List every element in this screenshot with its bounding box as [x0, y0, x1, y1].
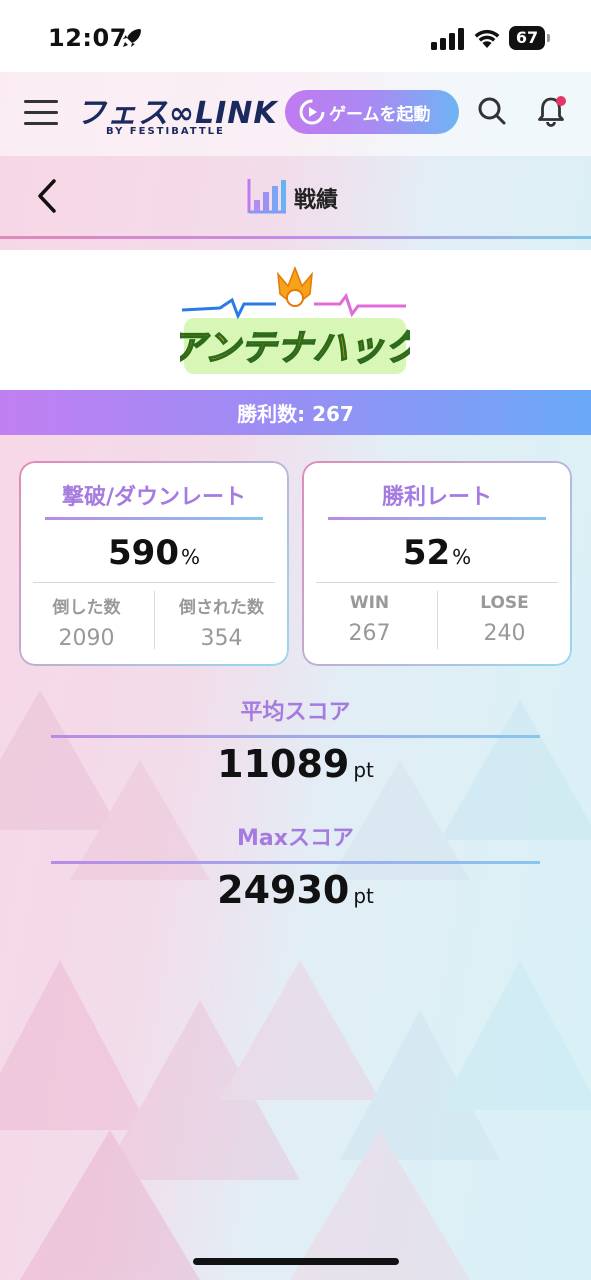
launch-game-button[interactable]: ゲームを起動	[285, 90, 459, 134]
battery-indicator: 67	[509, 26, 551, 50]
max-score-label: Maxスコア	[237, 826, 354, 851]
cellular-signal-icon	[431, 28, 464, 50]
game-launch-icon	[299, 99, 325, 125]
battery-tip	[547, 34, 550, 42]
app-logo[interactable]: フェス∞LINK BY FESTIBATTLE	[76, 88, 277, 142]
notification-bell-icon[interactable]	[536, 95, 566, 127]
kills-label: 倒した数	[52, 598, 121, 618]
win-rate-title: 勝利レート	[381, 485, 492, 510]
lose-label: LOSE	[480, 593, 529, 613]
logo-sub-text: BY FESTIBATTLE	[106, 126, 225, 137]
page-title: 戦績	[294, 188, 339, 213]
max-score-number: 24930	[217, 868, 350, 912]
status-bar: 12:07 67	[0, 0, 591, 72]
search-icon[interactable]	[477, 96, 507, 126]
total-wins-text: 勝利数: 267	[237, 402, 354, 426]
battery-level: 67	[509, 26, 545, 50]
max-score-value: 24930 pt	[0, 868, 591, 912]
back-chevron-icon[interactable]	[34, 178, 60, 214]
kd-rate-unit: %	[180, 545, 200, 569]
title-divider	[0, 236, 591, 239]
win-count-stat: WIN 267	[302, 593, 437, 646]
kd-card-divider	[33, 582, 275, 583]
game-logo-text: アンテナハック	[180, 328, 410, 369]
average-score-number: 11089	[217, 742, 350, 786]
kills-stat: 倒した数 2090	[19, 593, 154, 651]
kd-rate-title: 撃破/ダウンレート	[61, 485, 247, 510]
win-label: WIN	[349, 593, 390, 613]
win-rate-card: 勝利レート 52% WIN 267 LOSE 240	[302, 461, 572, 666]
win-rate-title-underline	[328, 517, 546, 520]
win-card-divider	[316, 582, 558, 583]
bar-chart-icon	[247, 179, 286, 214]
win-rate-value: 52%	[302, 533, 572, 573]
kills-value: 2090	[58, 626, 115, 651]
clock-time: 12:07	[48, 24, 127, 52]
game-logo: アンテナハック	[180, 265, 410, 374]
max-score-unit: pt	[353, 884, 374, 908]
win-rate-unit: %	[452, 545, 472, 569]
max-score-underline	[51, 861, 540, 864]
average-score-label: 平均スコア	[240, 700, 351, 725]
menu-icon[interactable]	[24, 100, 58, 126]
lose-value: 240	[483, 621, 526, 646]
win-rate-number: 52	[402, 533, 451, 573]
win-value: 267	[348, 621, 391, 646]
total-wins-bar: 勝利数: 267	[0, 390, 591, 435]
deaths-value: 354	[200, 626, 243, 651]
rocket-icon	[123, 29, 141, 47]
kd-rate-number: 590	[108, 533, 179, 573]
average-score-unit: pt	[353, 758, 374, 782]
kd-rate-title-underline	[45, 517, 263, 520]
deaths-label: 倒された数	[179, 598, 264, 618]
home-indicator[interactable]	[193, 1258, 399, 1265]
deaths-stat: 倒された数 354	[154, 593, 289, 651]
launch-game-label: ゲームを起動	[329, 104, 431, 125]
average-score-underline	[51, 735, 540, 738]
wifi-icon	[474, 29, 500, 48]
kd-rate-value: 590%	[19, 533, 289, 573]
kd-rate-card: 撃破/ダウンレート 590% 倒した数 2090 倒された数 354	[19, 461, 289, 666]
average-score-value: 11089 pt	[0, 742, 591, 786]
lose-count-stat: LOSE 240	[437, 593, 572, 646]
